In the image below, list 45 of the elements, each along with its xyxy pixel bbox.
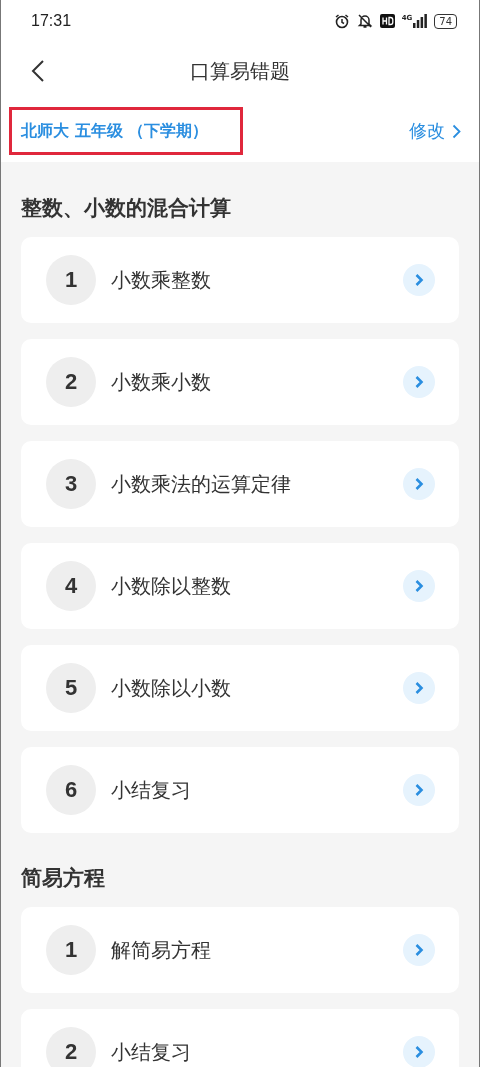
chevron-right-icon[interactable] (403, 264, 435, 296)
grade-label: 北师大 五年级 （下学期） (21, 120, 209, 142)
lesson-card[interactable]: 5 小数除以小数 (21, 645, 459, 731)
page-title: 口算易错题 (190, 57, 290, 85)
status-time: 17:31 (31, 12, 72, 30)
chevron-right-icon[interactable] (403, 934, 435, 966)
chevron-right-icon[interactable] (403, 468, 435, 500)
lesson-card[interactable]: 4 小数除以整数 (21, 543, 459, 629)
battery-indicator: 74 (434, 13, 457, 29)
chevron-right-icon[interactable] (403, 366, 435, 398)
chevron-right-icon[interactable] (403, 774, 435, 806)
lesson-title: 小数乘法的运算定律 (111, 470, 292, 498)
lesson-title: 小结复习 (111, 776, 192, 804)
bell-off-icon (356, 13, 373, 29)
lesson-card[interactable]: 2 小数乘小数 (21, 339, 459, 425)
chevron-right-icon[interactable] (403, 1036, 435, 1067)
section-title: 整数、小数的混合计算 (21, 195, 231, 222)
signal-icon (413, 14, 428, 28)
lesson-number: 1 (46, 925, 96, 975)
lesson-number: 5 (46, 663, 96, 713)
lesson-number: 2 (46, 357, 96, 407)
lesson-card[interactable]: 3 小数乘法的运算定律 (21, 441, 459, 527)
lesson-card[interactable]: 1 解简易方程 (21, 907, 459, 993)
chevron-right-icon (452, 123, 461, 139)
lesson-card[interactable]: 2 小结复习 (21, 1009, 459, 1067)
chevron-right-icon[interactable] (403, 672, 435, 704)
lesson-number: 3 (46, 459, 96, 509)
lesson-card[interactable]: 6 小结复习 (21, 747, 459, 833)
lesson-number: 4 (46, 561, 96, 611)
edit-link[interactable]: 修改 (409, 119, 461, 143)
lesson-number: 2 (46, 1027, 96, 1067)
lesson-title: 小结复习 (111, 1038, 192, 1066)
chevron-right-icon[interactable] (403, 570, 435, 602)
lesson-title: 解简易方程 (111, 936, 212, 964)
hd-icon (379, 14, 395, 28)
lesson-title: 小数除以小数 (111, 674, 232, 702)
lesson-number: 6 (46, 765, 96, 815)
section-title: 简易方程 (21, 865, 105, 892)
lesson-number: 1 (46, 255, 96, 305)
lesson-title: 小数乘整数 (111, 266, 212, 294)
lesson-card[interactable]: 1 小数乘整数 (21, 237, 459, 323)
alarm-icon (333, 13, 350, 29)
back-icon[interactable] (31, 59, 45, 83)
lesson-title: 小数除以整数 (111, 572, 232, 600)
lesson-title: 小数乘小数 (111, 368, 212, 396)
